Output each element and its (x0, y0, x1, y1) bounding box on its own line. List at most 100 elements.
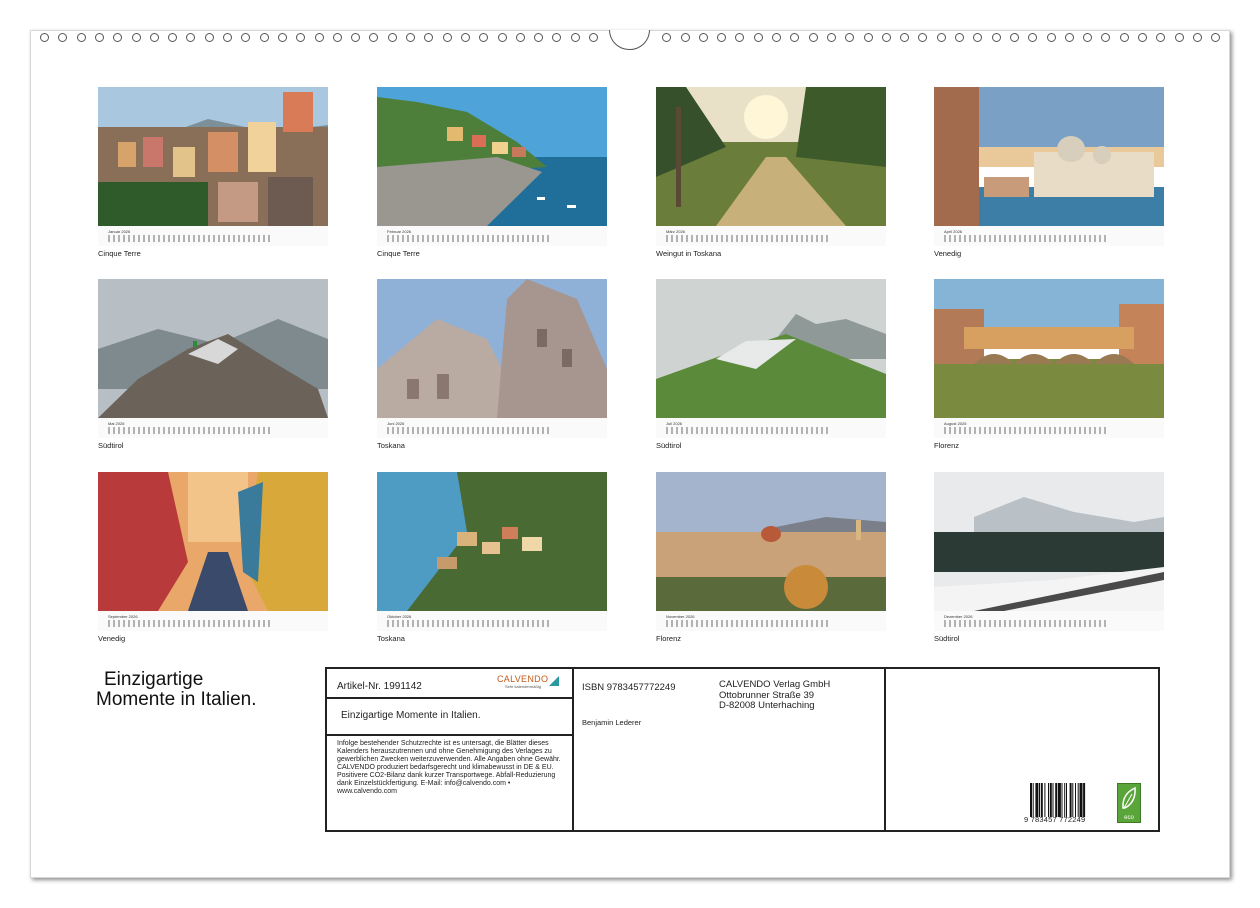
month-name: September 2026 (108, 614, 138, 619)
binding-ring (1138, 33, 1147, 42)
binding-ring (1009, 33, 1019, 42)
month-photo (656, 87, 886, 226)
barcode-bar (1061, 783, 1063, 817)
barcode-bar (1030, 783, 1032, 817)
binding-ring (497, 33, 507, 42)
binding-ring (955, 33, 964, 42)
title-line-2: Momente in Italien. (96, 689, 257, 710)
month-caption: Cinque Terre (377, 249, 420, 258)
barcode-number: 9 783457 772249 (1024, 815, 1086, 824)
month-photo (98, 279, 328, 418)
day-grid (387, 235, 552, 242)
imprint-middle-column: ISBN 9783457772249 CALVENDO Verlag GmbH … (572, 669, 886, 830)
imprint-subtitle: Einzigartige Momente in Italien. (341, 710, 481, 721)
month-caption: Toskana (377, 441, 405, 450)
month-may: Mai 2026 Südtirol (98, 279, 328, 450)
barcode-bar (1072, 783, 1074, 817)
binding-ring (1192, 33, 1202, 42)
binding-ring (753, 33, 763, 42)
leaf-icon (1122, 786, 1136, 809)
binding-ring (204, 33, 214, 42)
month-january: Januar 2026 Cinque Terre (98, 87, 328, 258)
title-line-1: Einzigartige (104, 669, 204, 690)
month-august: August 2026 Florenz (934, 279, 1164, 450)
binding-ring (1101, 33, 1111, 42)
day-grid (944, 235, 1109, 242)
binding-ring (698, 33, 708, 42)
barcode-bar (1075, 783, 1076, 817)
month-calendar-strip: Juni 2026 (377, 418, 607, 438)
month-february: Februar 2026 Cinque Terre (377, 87, 607, 258)
day-grid (387, 427, 552, 434)
binding-ring (881, 33, 891, 42)
month-name: Juli 2026 (666, 421, 683, 426)
binding-ring (94, 33, 104, 42)
month-caption: Florenz (656, 634, 682, 643)
binding-ring (259, 33, 269, 42)
barcode-bar (1032, 783, 1034, 817)
binding-ring (936, 33, 946, 42)
month-october: Oktober 2026 Toskana (377, 472, 607, 643)
day-grid (666, 427, 831, 434)
barcode-bar (1077, 783, 1079, 817)
month-caption: Venedig (98, 634, 126, 643)
month-caption: Weingut in Toskana (656, 249, 722, 258)
calvendo-tagline: Sehr kalendermäßig (505, 684, 542, 689)
binding-ring (570, 33, 580, 42)
day-grid (108, 427, 273, 434)
eco-label-icon: eco (1117, 783, 1141, 823)
month-april: April 2026 Venedig (934, 87, 1164, 258)
binding-ring (1119, 33, 1129, 42)
barcode-bar (1049, 783, 1052, 817)
month-photo (98, 87, 328, 226)
month-march: März 2026 Weingut in Toskana (656, 87, 886, 258)
binding-ring (424, 33, 434, 42)
calvendo-logo-icon (549, 676, 559, 686)
binding-ring (772, 33, 781, 42)
month-name: Juni 2026 (387, 421, 405, 426)
binding-ring (1156, 33, 1166, 42)
month-caption: Cinque Terre (98, 249, 141, 258)
month-calendar-strip: Mai 2026 (98, 418, 328, 438)
binding-ring (973, 33, 983, 42)
barcode-bar (1039, 783, 1040, 817)
binding-ring (40, 33, 49, 42)
barcode-bar (1035, 783, 1039, 817)
imprint-left-column: Artikel-Nr. 1991142 CALVENDO Sehr kalend… (327, 669, 574, 830)
binding-ring (460, 33, 470, 42)
day-grid (108, 620, 273, 627)
month-calendar-strip: September 2026 (98, 611, 328, 631)
binding-ring (1064, 33, 1074, 42)
barcode-bar (1044, 783, 1046, 817)
month-name: Dezember 2026 (944, 614, 973, 619)
binding-ring (241, 33, 251, 42)
month-name: April 2026 (944, 229, 963, 234)
binding-ring (113, 33, 123, 42)
month-calendar-strip: November 2026 (656, 611, 886, 631)
month-name: Januar 2026 (108, 229, 131, 234)
binding-ring (552, 33, 562, 42)
legal-notice: Infolge bestehender Schutzrechte ist es … (337, 740, 561, 795)
month-calendar-strip: August 2026 (934, 418, 1164, 438)
binding-ring (351, 33, 361, 42)
article-number: Artikel-Nr. 1991142 (337, 681, 422, 692)
barcode-bar (1083, 783, 1086, 817)
barcode-bar (1055, 783, 1058, 817)
binding-ring (826, 33, 836, 42)
binding-ring (442, 33, 452, 42)
month-name: Mai 2026 (108, 421, 125, 426)
day-grid (666, 620, 831, 627)
binding-ring (406, 33, 415, 42)
binding-ring (790, 33, 800, 42)
month-caption: Südtirol (656, 441, 682, 450)
binding-ring (534, 33, 544, 42)
binding-ring (845, 33, 855, 42)
binding-ring (1083, 33, 1093, 42)
binding-ring (918, 33, 928, 42)
eco-label-text: eco (1124, 815, 1134, 821)
month-caption: Venedig (934, 249, 962, 258)
month-name: November 2026 (666, 614, 695, 619)
month-calendar-strip: Dezember 2026 (934, 611, 1164, 631)
month-photo (656, 279, 886, 418)
month-photo (98, 472, 328, 611)
